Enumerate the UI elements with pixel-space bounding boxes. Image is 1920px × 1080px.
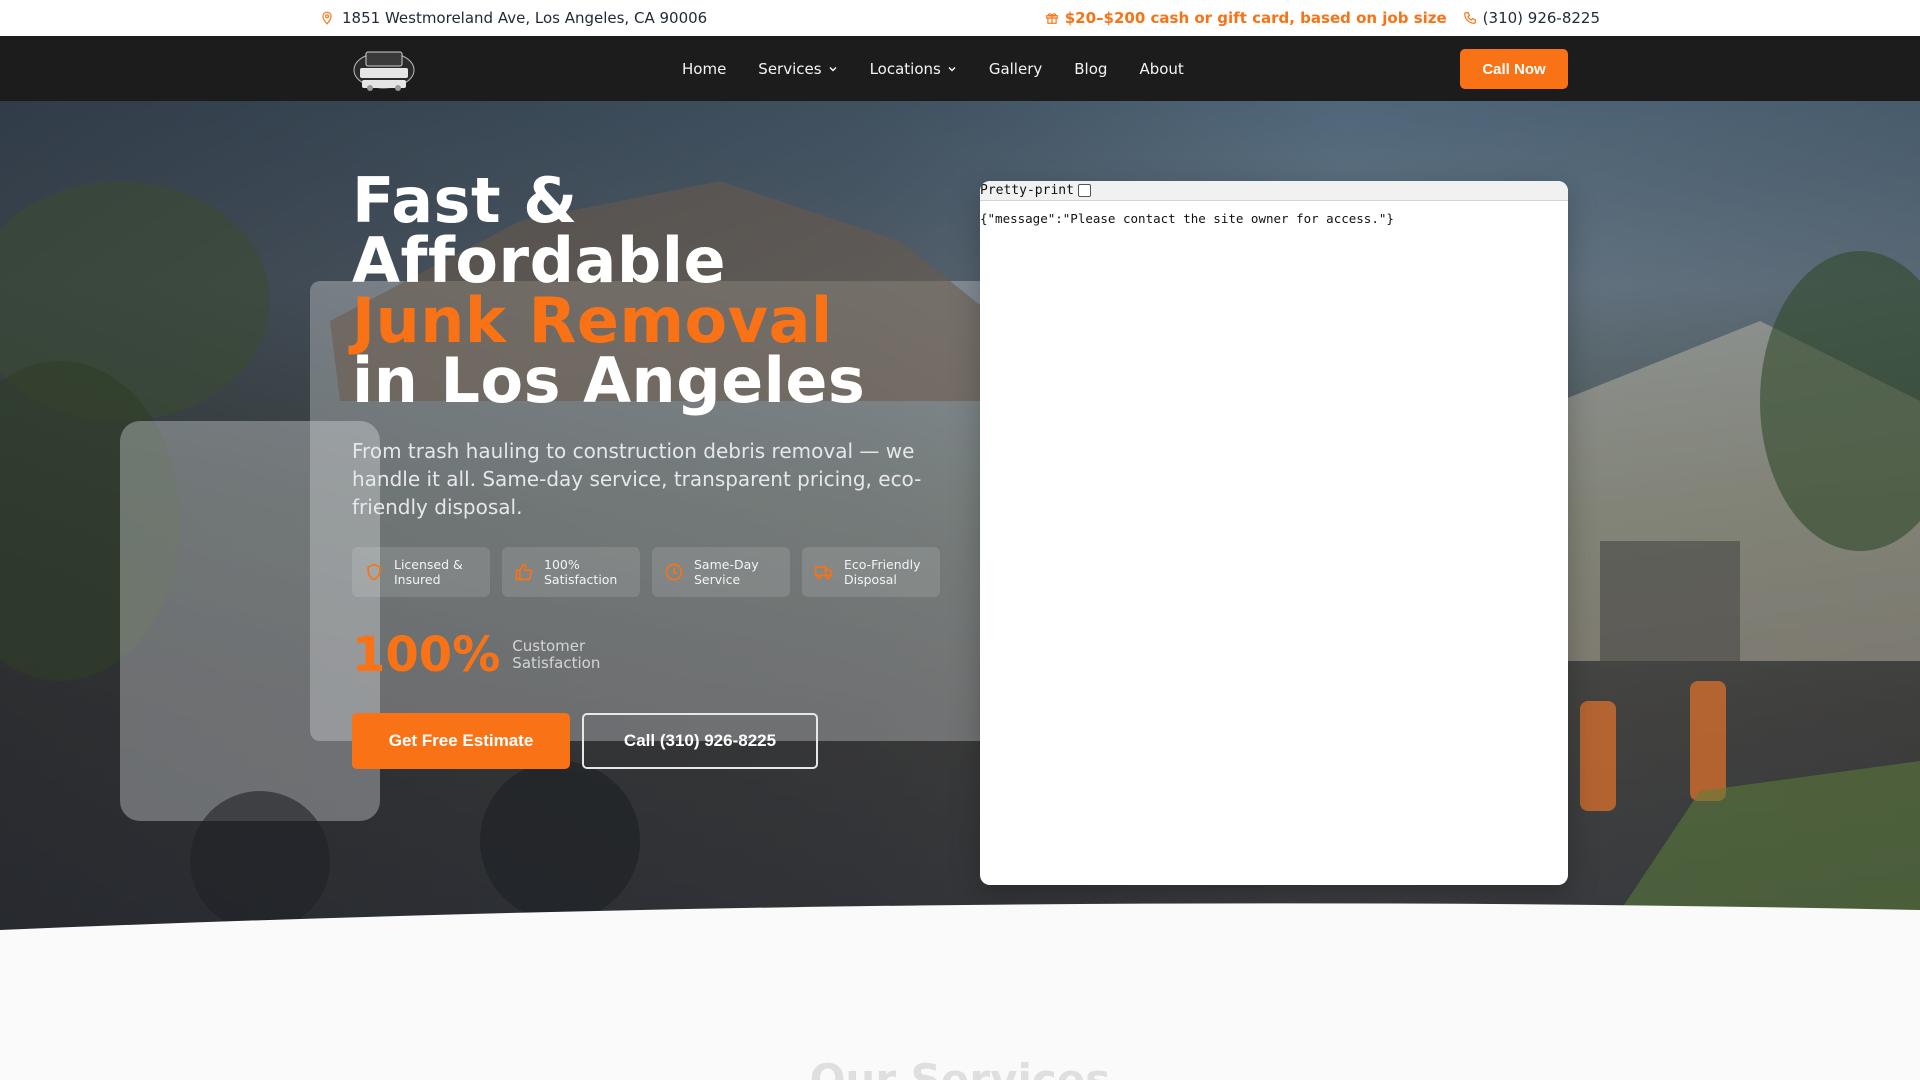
hero-wave-divider [0, 903, 1920, 960]
address-block: 1851 Westmoreland Ave, Los Angeles, CA 9… [320, 0, 707, 36]
promo-link[interactable]: $20–$200 cash or gift card, based on job… [1045, 9, 1447, 27]
clock-icon [664, 562, 684, 582]
nav-item-label: Locations [869, 59, 941, 78]
stat-value: 100% [352, 627, 501, 683]
badge-same-day: Same-Day Service [652, 547, 790, 597]
call-phone-button[interactable]: Call (310) 926-8225 [582, 713, 818, 769]
main-navbar: Home Services Locations Gallery Blog Abo… [0, 36, 1920, 101]
badge-label: Same-Day Service [694, 557, 759, 587]
top-right-info: $20–$200 cash or gift card, based on job… [1045, 0, 1600, 36]
headline-accent: Junk Removal [352, 284, 833, 357]
thumbs-up-icon [514, 562, 534, 582]
phone-icon [1463, 11, 1477, 25]
chevron-down-icon [828, 64, 838, 74]
trust-badges: Licensed & Insured 100% Satisfaction Sam… [352, 547, 952, 597]
hero-subtitle: From trash hauling to construction debri… [352, 439, 922, 519]
pretty-print-label: Pretty-print [980, 183, 1074, 198]
headline-line-2: Affordable [352, 224, 727, 297]
top-info-bar: 1851 Westmoreland Ave, Los Angeles, CA 9… [0, 0, 1920, 36]
nav-item-gallery[interactable]: Gallery [989, 60, 1042, 78]
promo-text: $20–$200 cash or gift card, based on job… [1064, 9, 1447, 27]
nav-item-home[interactable]: Home [682, 60, 726, 78]
phone-link[interactable]: (310) 926-8225 [1463, 9, 1600, 27]
nav-item-locations[interactable]: Locations [870, 60, 957, 78]
phone-text: (310) 926-8225 [1482, 9, 1600, 27]
map-pin-icon [320, 11, 334, 25]
satisfaction-stat: 100% Customer Satisfaction [352, 627, 952, 683]
hero-content: Fast & Affordable Junk Removal in Los An… [352, 164, 952, 769]
badge-label: Eco-Friendly Disposal [844, 557, 921, 587]
badge-label: Licensed & Insured [394, 557, 463, 587]
nav-item-label: About [1139, 59, 1184, 78]
headline-line-1: Fast & [352, 164, 578, 237]
address-text: 1851 Westmoreland Ave, Los Angeles, CA 9… [342, 9, 708, 27]
shield-icon [364, 562, 384, 582]
gift-icon [1045, 11, 1059, 25]
embedded-form-frame[interactable]: Pretty-print {"message":"Please contact … [980, 181, 1568, 885]
nav-item-label: Gallery [988, 59, 1043, 78]
pretty-print-checkbox[interactable] [1077, 184, 1091, 197]
pretty-print-bar: Pretty-print [980, 181, 1568, 201]
nav-item-label: Services [758, 59, 822, 78]
nav-item-about[interactable]: About [1139, 60, 1183, 78]
badge-eco: Eco-Friendly Disposal [802, 547, 940, 597]
hero-headline: Fast & Affordable Junk Removal in Los An… [352, 164, 952, 417]
hero-section: Fast & Affordable Junk Removal in Los An… [0, 101, 1920, 941]
badge-satisfaction: 100% Satisfaction [502, 547, 640, 597]
chevron-down-icon [947, 64, 957, 74]
truck-icon [814, 562, 834, 582]
services-section-title: Our Services [809, 1055, 1111, 1080]
nav-menu: Home Services Locations Gallery Blog Abo… [682, 36, 1184, 101]
stat-label: Customer Satisfaction [512, 637, 601, 672]
badge-licensed: Licensed & Insured [352, 547, 490, 597]
nav-item-label: Home [682, 59, 727, 78]
badge-label: 100% Satisfaction [544, 557, 618, 587]
hero-cta-group: Get Free Estimate Call (310) 926-8225 [352, 713, 952, 769]
nav-item-blog[interactable]: Blog [1074, 60, 1107, 78]
nav-item-services[interactable]: Services [758, 60, 837, 78]
headline-line-3: in Los Angeles [352, 344, 866, 417]
site-logo[interactable] [352, 44, 416, 92]
get-free-estimate-button[interactable]: Get Free Estimate [352, 713, 570, 769]
call-now-button[interactable]: Call Now [1460, 49, 1568, 89]
frame-message: {"message":"Please contact the site owne… [980, 211, 1394, 226]
nav-item-label: Blog [1074, 59, 1108, 78]
hero-background-image [0, 181, 1920, 941]
